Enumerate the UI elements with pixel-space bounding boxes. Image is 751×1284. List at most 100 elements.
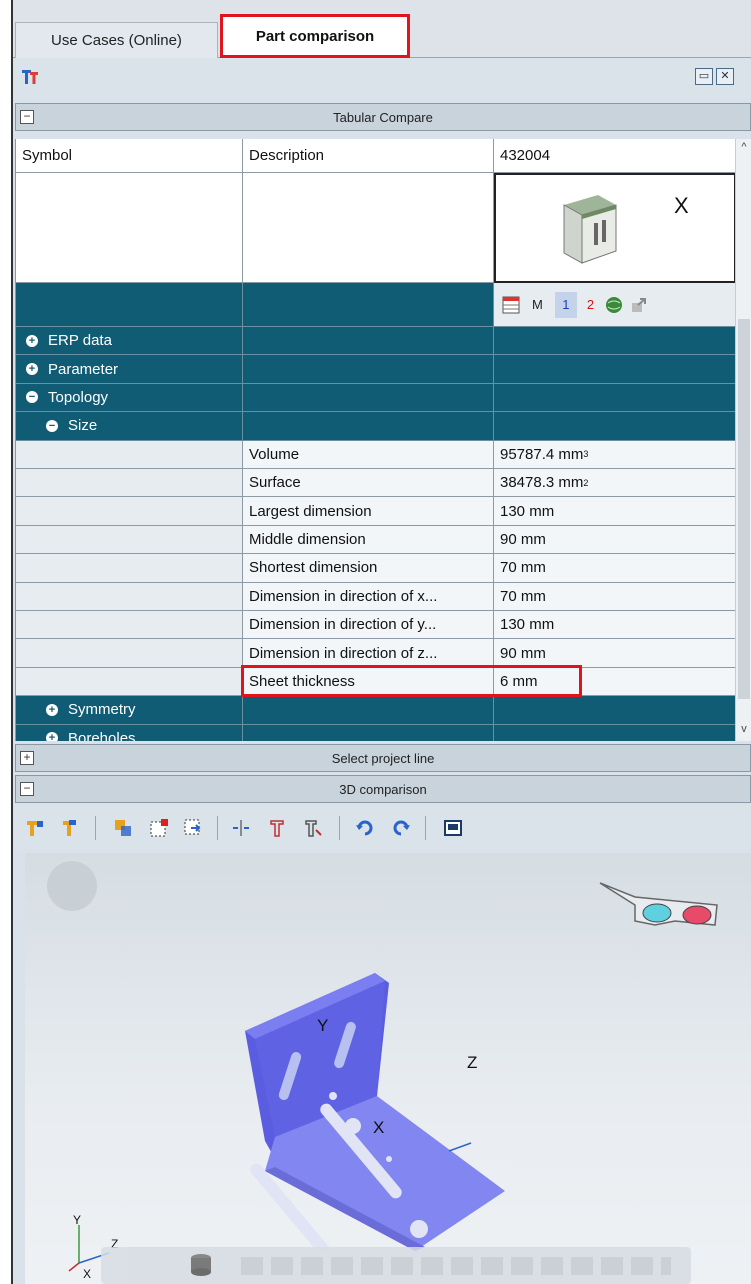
model-axis-x-label: X [373, 1118, 385, 1137]
column-header-symbol[interactable]: Symbol [16, 139, 243, 173]
tree-node-cell[interactable]: − Topology [16, 383, 243, 413]
tree-node-cell[interactable]: + Parameter [16, 355, 243, 384]
section-icon[interactable] [183, 818, 203, 838]
table-row[interactable]: Surface 38478.3 mm 2 [16, 469, 735, 498]
view-toolbar-icons[interactable] [241, 1257, 671, 1275]
table-row[interactable]: Dimension in direction of y... 130 mm [16, 611, 735, 640]
collapse-icon[interactable]: − [20, 782, 34, 796]
collapse-icon[interactable]: − [26, 391, 38, 404]
property-name: Middle dimension [243, 525, 494, 555]
tree-node-label: Topology [48, 388, 109, 406]
compare-2-button[interactable]: 2 [587, 297, 594, 312]
table-row[interactable]: Dimension in direction of z... 90 mm [16, 639, 735, 668]
part-align-icon[interactable] [267, 818, 287, 838]
tree-node-cell[interactable]: + Symmetry [16, 696, 243, 725]
property-value: 95787.4 mm [500, 445, 584, 463]
screenshot-icon[interactable] [443, 818, 463, 838]
property-name: Surface [243, 469, 494, 498]
panel-toolstrip: ▭ ✕ [13, 58, 751, 98]
redo-icon[interactable] [391, 818, 411, 838]
expand-icon[interactable]: + [46, 703, 58, 716]
property-name: Dimension in direction of x... [243, 582, 494, 611]
show-part-1-icon[interactable] [25, 818, 45, 838]
table-row[interactable]: Middle dimension 90 mm [16, 525, 735, 555]
property-value: 70 mm [500, 587, 546, 605]
scroll-down-icon[interactable]: v [736, 723, 751, 739]
overlay-icon[interactable] [113, 818, 133, 838]
navigation-cube-icon[interactable] [47, 861, 97, 911]
tree-node-cell[interactable]: − Size [16, 412, 243, 441]
tab-use-cases-online[interactable]: Use Cases (Online) [15, 22, 218, 58]
tree-node-label: Size [68, 417, 98, 435]
expand-icon[interactable]: + [20, 751, 34, 765]
align-icon[interactable] [231, 818, 251, 838]
tree-group-row[interactable]: + Symmetry [16, 696, 735, 725]
symbol-cell [16, 525, 243, 555]
part-toolbar-cell: M 1 2 [494, 283, 735, 327]
part-preview-cell[interactable]: X [494, 173, 735, 283]
expand-icon[interactable]: + [26, 334, 38, 347]
table-view-icon[interactable] [502, 296, 520, 314]
tabular-compare-title: Tabular Compare [333, 109, 433, 125]
comparison-3d-viewport[interactable]: Y Z X Y Z X [25, 853, 751, 1284]
collapse-icon[interactable]: − [46, 419, 58, 432]
empty-cell [16, 283, 243, 327]
part-thumbnail-icon [563, 195, 617, 264]
table-row[interactable]: Volume 95787.4 mm 3 [16, 440, 735, 469]
tree-group-row[interactable]: + Parameter [16, 355, 735, 384]
tab-part-comparison[interactable]: Part comparison [220, 14, 410, 58]
remove-part-icon[interactable]: X [674, 193, 689, 219]
show-part-2-icon[interactable] [59, 818, 79, 838]
sheet-thickness-highlight [241, 665, 582, 697]
stereo-3d-glasses-icon[interactable] [595, 875, 725, 945]
model-axis-z-label: Z [467, 1053, 478, 1072]
export-icon[interactable] [630, 295, 650, 315]
comparison-3d-header[interactable]: − 3D comparison [15, 775, 751, 803]
property-name: Shortest dimension [243, 554, 494, 583]
tree-group-row[interactable]: + Boreholes [16, 724, 735, 741]
table-row[interactable]: Shortest dimension 70 mm [16, 554, 735, 583]
restore-window-icon[interactable]: ▭ [695, 68, 713, 85]
select-project-line-header[interactable]: + Select project line [15, 744, 751, 772]
column-header-description[interactable]: Description [243, 139, 494, 173]
table-scrollbar[interactable]: ^ v [735, 139, 751, 741]
tree-group-row[interactable]: − Topology [16, 383, 735, 413]
tree-group-row[interactable]: + ERP data [16, 327, 735, 356]
part-reset-icon[interactable] [303, 818, 323, 838]
property-value: 70 mm [500, 559, 546, 577]
description-cell [243, 724, 494, 741]
scroll-up-icon[interactable]: ^ [736, 141, 751, 157]
tree-node-cell[interactable]: + ERP data [16, 327, 243, 356]
collapse-icon[interactable]: − [20, 110, 34, 124]
tree-node-cell[interactable]: + Boreholes [16, 724, 243, 741]
compare-parts-icon[interactable] [19, 66, 41, 88]
scrollbar-thumb[interactable] [738, 319, 750, 699]
expand-icon[interactable]: + [46, 732, 58, 741]
table-row[interactable]: Largest dimension 130 mm [16, 497, 735, 526]
master-button[interactable]: M [532, 297, 543, 312]
value-cell [494, 355, 735, 384]
triad-x-label: X [83, 1267, 92, 1281]
tree-group-row[interactable]: − Size [16, 412, 735, 441]
value-cell: 95787.4 mm 3 [494, 440, 735, 469]
unit-exponent: 2 [583, 477, 589, 488]
expand-icon[interactable]: + [26, 363, 38, 376]
unit-exponent: 3 [583, 449, 589, 460]
description-cell [243, 355, 494, 384]
tree-node-label: Symmetry [68, 701, 136, 719]
value-cell: 70 mm [494, 554, 735, 583]
globe-icon[interactable] [604, 295, 624, 315]
tabular-compare-header[interactable]: − Tabular Compare [15, 103, 751, 131]
column-header-part-432004[interactable]: 432004 [494, 139, 735, 173]
view-toolbar[interactable] [101, 1247, 691, 1284]
part-3d-model [245, 973, 505, 1251]
preview-symbol-cell [16, 173, 243, 283]
database-icon[interactable] [187, 1251, 215, 1279]
tree-node-label: Parameter [48, 360, 119, 378]
undo-icon[interactable] [355, 818, 375, 838]
select-project-line-title: Select project line [331, 750, 435, 766]
table-row[interactable]: Dimension in direction of x... 70 mm [16, 582, 735, 611]
compare-1-button[interactable]: 1 [554, 291, 577, 318]
difference-icon[interactable] [149, 818, 169, 838]
close-window-icon[interactable]: ✕ [716, 68, 734, 85]
